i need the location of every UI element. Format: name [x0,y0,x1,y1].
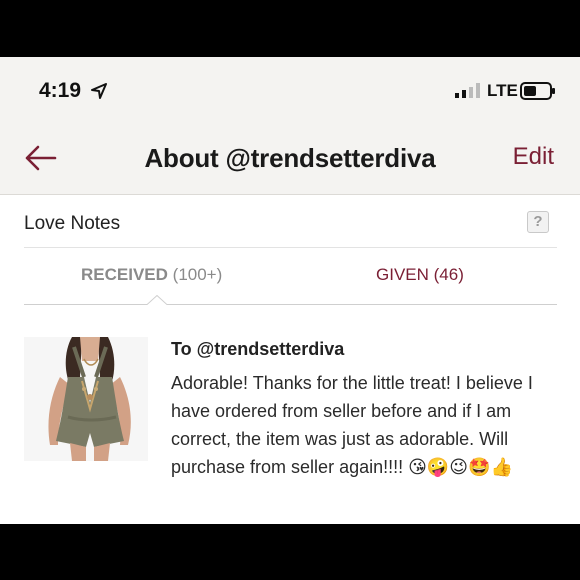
tab-received-count: (100+) [172,265,223,284]
app-screen: 4:19 LTE About @trendsetterdiva Edit Lov… [0,57,580,524]
tab-received-label: RECEIVED [81,265,168,284]
section-title: Love Notes [24,213,121,234]
help-button[interactable]: ? [527,211,549,233]
tab-divider [24,304,557,305]
note-recipient[interactable]: To @trendsetterdiva [171,339,344,360]
signal-bars-icon [455,83,480,98]
network-label: LTE [487,81,518,100]
romper-image [24,337,148,461]
product-thumbnail[interactable] [24,337,148,461]
status-time: 4:19 [39,79,82,102]
active-tab-caret-icon [146,295,168,306]
edit-button[interactable]: Edit [513,143,554,171]
status-bar: 4:19 LTE [0,57,580,125]
battery-icon [520,82,555,100]
location-arrow-icon [91,83,107,99]
note-text: Adorable! Thanks for the little treat! I… [171,373,533,477]
tab-given[interactable]: GIVEN (46) [376,265,464,285]
divider [24,247,557,248]
page-title: About @trendsetterdiva [144,143,436,173]
tab-received[interactable]: RECEIVED (100+) [81,265,222,285]
navigation-bar: About @trendsetterdiva Edit [0,125,580,195]
